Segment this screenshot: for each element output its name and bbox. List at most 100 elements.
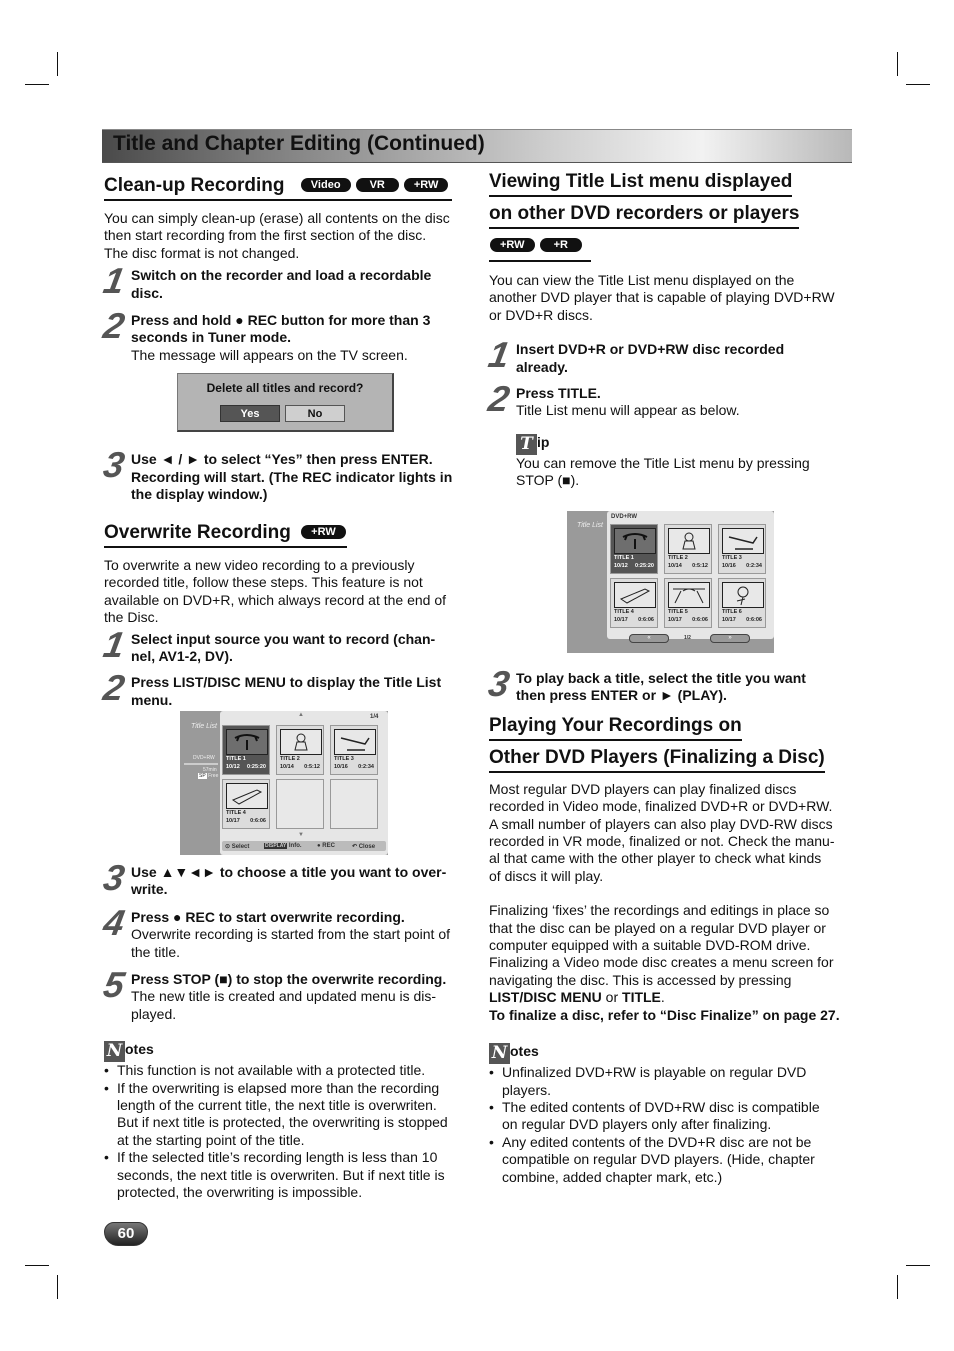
overwrite-intro-line: available on DVD+R, which always record …: [104, 591, 447, 608]
note-item: Unfinalized DVD+RW is playable on regula…: [489, 1064, 854, 1099]
scroll-down-arrow[interactable]: ▼: [298, 832, 304, 838]
title-date: 10/17: [614, 617, 628, 623]
right-column: Viewing Title List menu displayed on oth…: [485, 171, 854, 490]
title-thumbnail-image: [728, 536, 758, 550]
title-date: 10/12: [614, 563, 628, 569]
footer-rec: ● REC: [317, 843, 335, 849]
title-name: TITLE 5: [668, 609, 688, 615]
overwrite-step-4: 4 Press ● REC to start overwrite recordi…: [100, 901, 451, 960]
page-number-badge: 60: [104, 1222, 148, 1246]
right-column-lower: 3 To play back a title, select the title…: [485, 663, 854, 1186]
crop-mark: [906, 1265, 930, 1266]
overwrite-steps-continued: 3 Use ▲▼◄► to choose a title you want to…: [100, 857, 469, 1202]
overwrite-step-3: 3 Use ▲▼◄► to choose a title you want to…: [100, 857, 447, 898]
badge-rw: +RW: [490, 238, 535, 252]
title-thumbnail[interactable]: TITLE 3 10/16 0:2:34: [330, 725, 378, 775]
thumbnail-frame: [614, 582, 656, 608]
note-item: Any edited contents of the DVD+R disc ar…: [489, 1134, 854, 1186]
page-indicator: 1/2: [684, 635, 691, 641]
notes-list: This function is not available with a pr…: [104, 1062, 469, 1201]
badge-video: Video: [300, 178, 351, 192]
footer-close: ↶ Close: [352, 844, 376, 850]
overwrite-step-5: 5 Press STOP (■) to stop the overwrite r…: [100, 964, 447, 1022]
page-number: 60: [117, 1225, 135, 1242]
no-button[interactable]: No: [285, 405, 345, 422]
dialog-question: Delete all titles and record?: [206, 381, 364, 395]
notes-icon: N: [489, 1043, 510, 1065]
menu-side-label: Title List: [191, 723, 218, 730]
overwrite-step-1: 1 Select input source you want to record…: [100, 623, 436, 665]
title-thumbnail[interactable]: TITLE 3 10/16 0:2:34: [718, 524, 766, 574]
tip-text: You can remove the Title List menu by pr…: [516, 454, 810, 471]
note-item: The edited contents of DVD+RW disc is co…: [489, 1099, 854, 1134]
step-number: 2: [100, 305, 126, 347]
title-date: 10/14: [668, 563, 682, 569]
viewing-intro-line: another DVD player that is capable of pl…: [489, 289, 835, 306]
title-thumbnail[interactable]: TITLE 1 10/12 0:25:20: [222, 725, 270, 775]
viewing-heading-line2: on other DVD recorders or players: [489, 203, 800, 229]
yes-button[interactable]: Yes: [220, 405, 280, 422]
title-thumbnail-image: [736, 586, 749, 606]
title-thumbnail-image: [682, 532, 696, 550]
crop-mark: [897, 1275, 898, 1299]
section-banner: Title and Chapter Editing (Continued): [102, 129, 852, 163]
title-thumbnail-image: [673, 588, 705, 604]
thumbnail-frame: [226, 729, 268, 755]
disc-type-label: DVD+RW: [193, 755, 215, 761]
title-duration: 0:6:06: [250, 818, 266, 824]
title-duration: 0:25:20: [635, 563, 654, 569]
tip-icon: T: [516, 433, 537, 455]
thumbnail-frame: [280, 729, 322, 755]
title-name: TITLE 2: [668, 555, 688, 561]
badge-r: +R: [539, 238, 582, 252]
step-number: 4: [100, 901, 126, 943]
title-thumbnail-image: [622, 533, 648, 549]
title-date: 10/17: [226, 818, 240, 824]
title-thumbnail[interactable]: TITLE 2 10/14 0:5:12: [664, 524, 712, 574]
overwrite-intro-line: the Disc.: [104, 609, 159, 626]
next-page-button[interactable]: »: [710, 634, 750, 643]
finalizing-para-1: Most regular DVD players can play finali…: [489, 780, 835, 884]
title-date: 10/17: [668, 617, 682, 623]
page-title: Title and Chapter Editing (Continued): [113, 132, 485, 155]
title-thumbnail[interactable]: TITLE 6 10/17 0:6:06: [718, 578, 766, 628]
delete-confirm-dialog: Delete all titles and record? Yes No: [177, 373, 394, 432]
title-thumbnail-image: [234, 734, 260, 750]
title-thumbnail[interactable]: TITLE 5 10/17 0:6:06: [664, 578, 712, 628]
overwrite-step-2: 2 Press LIST/DISC MENU to display the Ti…: [100, 667, 442, 709]
viewing-intro-line: or DVD+R discs.: [489, 306, 593, 323]
title-name: TITLE 4: [226, 810, 246, 816]
title-thumbnail[interactable]: TITLE 1 10/12 0:25:20: [610, 524, 658, 574]
note-item: If the selected title’s recording length…: [104, 1149, 469, 1201]
title-thumbnail-image: [619, 588, 651, 604]
title-thumbnail[interactable]: TITLE 4 10/17 0:6:06: [222, 779, 270, 829]
crop-mark: [25, 84, 49, 85]
tip-text: STOP (■).: [516, 472, 580, 489]
note-item: This function is not available with a pr…: [104, 1062, 469, 1080]
cleanup-heading: Clean-up Recording Video VR +RW: [104, 175, 452, 201]
crop-mark: [25, 1265, 49, 1266]
disc-usage-bar: [184, 763, 218, 765]
title-thumbnail[interactable]: TITLE 4 10/17 0:6:06: [610, 578, 658, 628]
tip-box: Tip You can remove the Title List menu b…: [489, 433, 854, 490]
step-number: 5: [100, 964, 126, 1006]
finalize-reference: To finalize a disc, refer to “Disc Final…: [489, 1006, 840, 1023]
cleanup-intro-line: You can simply clean-up (erase) all cont…: [104, 210, 450, 226]
prev-page-button[interactable]: «: [629, 634, 669, 643]
title-duration: 0:6:06: [746, 617, 762, 623]
viewing-badges: +RW +R: [489, 238, 591, 262]
finalizing-heading-line2: Other DVD Players (Finalizing a Disc): [489, 747, 825, 773]
badge-rw: +RW: [403, 178, 449, 192]
left-column: Clean-up Recording Video VR +RW You can si…: [100, 175, 469, 503]
title-thumbnail[interactable]: TITLE 2 10/14 0:5:12: [276, 725, 324, 775]
cleanup-step-1: 1 Switch on the recorder and load a reco…: [100, 260, 432, 302]
scroll-up-arrow[interactable]: ▲: [298, 712, 304, 718]
empty-title-slot: [276, 779, 324, 829]
thumbnail-frame: [668, 528, 710, 554]
title-date: 10/16: [722, 563, 736, 569]
overwrite-heading: Overwrite Recording +RW: [104, 522, 347, 548]
title-name: TITLE 1: [614, 555, 634, 561]
title-duration: 0:5:12: [304, 764, 320, 770]
title-date: 10/16: [334, 764, 348, 770]
title-date: 10/14: [280, 764, 294, 770]
